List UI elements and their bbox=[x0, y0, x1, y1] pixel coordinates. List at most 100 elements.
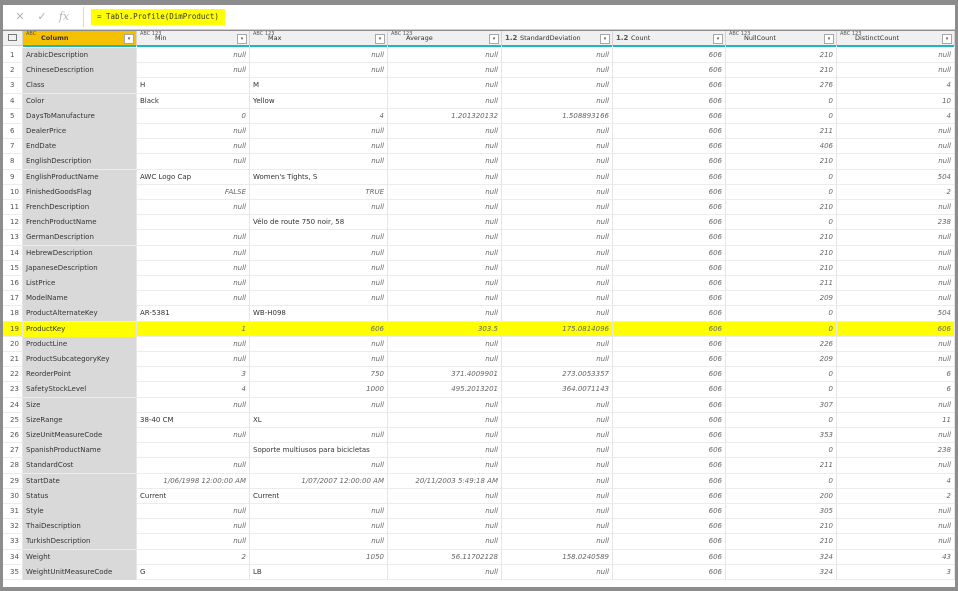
cell-dc[interactable]: 2 bbox=[837, 488, 955, 504]
table-row[interactable]: 18 ProductAlternateKey AR-5381 WB-H098 null n… bbox=[3, 306, 955, 322]
table-row[interactable]: 23 SafetyStockLevel 4 1000 495.2013201 364.00… bbox=[3, 382, 955, 398]
cell-col[interactable]: Status bbox=[23, 488, 137, 504]
cell-col[interactable]: Style bbox=[23, 504, 137, 519]
row-number[interactable]: 2 bbox=[3, 63, 23, 79]
cell-nc[interactable]: 0 bbox=[726, 321, 837, 337]
cell-max[interactable]: 4 bbox=[250, 108, 388, 124]
cell-nc[interactable]: 210 bbox=[726, 154, 837, 170]
cell-col[interactable]: JapaneseDescription bbox=[23, 260, 137, 276]
cell-avg[interactable]: null bbox=[388, 504, 502, 519]
row-number[interactable]: 35 bbox=[3, 564, 23, 580]
cell-nc[interactable]: 0 bbox=[726, 473, 837, 489]
cell-min[interactable]: null bbox=[137, 154, 250, 170]
cell-col[interactable]: SizeRange bbox=[23, 412, 137, 428]
cell-col[interactable]: DaysToManufacture bbox=[23, 108, 137, 124]
cell-dc[interactable]: 606 bbox=[837, 321, 955, 337]
cell-max[interactable]: 1000 bbox=[250, 382, 388, 398]
cell-col[interactable]: EndDate bbox=[23, 139, 137, 155]
cell-col[interactable]: SafetyStockLevel bbox=[23, 382, 137, 398]
cell-sd[interactable]: null bbox=[502, 458, 613, 474]
table-row[interactable]: 35 WeightUnitMeasureCode G LB null null 606 324… bbox=[3, 564, 955, 580]
cell-max[interactable]: LB bbox=[250, 564, 388, 580]
cell-max[interactable]: 1050 bbox=[250, 549, 388, 565]
cell-col[interactable]: SpanishProductName bbox=[23, 443, 137, 459]
cell-min[interactable]: null bbox=[137, 519, 250, 535]
cell-cnt[interactable]: 606 bbox=[613, 443, 726, 459]
cell-sd[interactable]: null bbox=[502, 260, 613, 276]
table-row[interactable]: 5 DaysToManufacture 0 4 1.201320132 1.5088931… bbox=[3, 108, 955, 124]
table-row[interactable]: 33 TurkishDescription null null null null 606 2… bbox=[3, 534, 955, 550]
cell-avg[interactable]: null bbox=[388, 169, 502, 185]
cell-avg[interactable]: null bbox=[388, 428, 502, 443]
cell-max[interactable]: Current bbox=[250, 488, 388, 504]
cell-max[interactable]: TRUE bbox=[250, 184, 388, 200]
cell-max[interactable]: WB-H098 bbox=[250, 306, 388, 322]
cell-col[interactable]: FrenchDescription bbox=[23, 200, 137, 215]
cell-nc[interactable]: 305 bbox=[726, 504, 837, 519]
cell-sd[interactable]: 1.508893166 bbox=[502, 108, 613, 124]
cell-dc[interactable]: 43 bbox=[837, 549, 955, 565]
cell-max[interactable]: M bbox=[250, 78, 388, 94]
cell-max[interactable]: Yellow bbox=[250, 93, 388, 109]
cell-cnt[interactable]: 606 bbox=[613, 564, 726, 580]
cell-dc[interactable]: null bbox=[837, 397, 955, 413]
cell-col[interactable]: ProductSubcategoryKey bbox=[23, 352, 137, 367]
cell-nc[interactable]: 406 bbox=[726, 139, 837, 155]
cell-cnt[interactable]: 606 bbox=[613, 260, 726, 276]
row-number[interactable]: 10 bbox=[3, 184, 23, 200]
cell-sd[interactable]: null bbox=[502, 78, 613, 94]
row-number[interactable]: 21 bbox=[3, 352, 23, 367]
cell-nc[interactable]: 0 bbox=[726, 412, 837, 428]
cell-cnt[interactable]: 606 bbox=[613, 428, 726, 443]
cell-dc[interactable]: null bbox=[837, 352, 955, 367]
column-header-column[interactable]: ABC Column ▾ bbox=[23, 31, 137, 47]
table-row[interactable]: 27 SpanishProductName Soporte multiusos pa… bbox=[3, 443, 955, 459]
cell-max[interactable]: 606 bbox=[250, 321, 388, 337]
cell-dc[interactable]: null bbox=[837, 260, 955, 276]
cell-min[interactable]: Current bbox=[137, 488, 250, 504]
cell-col[interactable]: StandardCost bbox=[23, 458, 137, 474]
cell-cnt[interactable]: 606 bbox=[613, 63, 726, 79]
column-header-sd[interactable]: 1.2 StandardDeviation ▾ bbox=[502, 31, 613, 47]
cell-min[interactable]: null bbox=[137, 291, 250, 307]
cell-sd[interactable]: null bbox=[502, 169, 613, 185]
cell-min[interactable]: null bbox=[137, 200, 250, 215]
cell-min[interactable]: null bbox=[137, 48, 250, 63]
cell-col[interactable]: SizeUnitMeasureCode bbox=[23, 428, 137, 443]
cell-sd[interactable]: null bbox=[502, 139, 613, 155]
cell-sd[interactable]: 158.0240589 bbox=[502, 549, 613, 565]
cell-cnt[interactable]: 606 bbox=[613, 215, 726, 231]
table-menu-button[interactable] bbox=[3, 31, 23, 45]
cell-nc[interactable]: 0 bbox=[726, 184, 837, 200]
table-row[interactable]: 6 DealerPrice null null null null 606 211 null bbox=[3, 124, 955, 140]
cell-max[interactable]: null bbox=[250, 397, 388, 413]
cell-col[interactable]: Color bbox=[23, 93, 137, 109]
filter-dropdown-icon[interactable]: ▾ bbox=[824, 34, 834, 44]
cell-min[interactable]: null bbox=[137, 458, 250, 474]
table-row[interactable]: 13 GermanDescription null null null null 606 21… bbox=[3, 230, 955, 246]
cell-cnt[interactable]: 606 bbox=[613, 276, 726, 291]
cell-cnt[interactable]: 606 bbox=[613, 473, 726, 489]
cell-nc[interactable]: 276 bbox=[726, 78, 837, 94]
cell-cnt[interactable]: 606 bbox=[613, 549, 726, 565]
cell-cnt[interactable]: 606 bbox=[613, 306, 726, 322]
cell-nc[interactable]: 0 bbox=[726, 367, 837, 383]
cell-min[interactable]: AR-5381 bbox=[137, 306, 250, 322]
row-number[interactable]: 31 bbox=[3, 504, 23, 519]
cell-col[interactable]: EnglishProductName bbox=[23, 169, 137, 185]
cell-cnt[interactable]: 606 bbox=[613, 336, 726, 352]
type-icon[interactable]: 1.2 bbox=[505, 31, 517, 45]
cell-cnt[interactable]: 606 bbox=[613, 534, 726, 550]
cell-sd[interactable]: null bbox=[502, 473, 613, 489]
column-header-dc[interactable]: ABC 123 DistinctCount ▾ bbox=[837, 31, 955, 47]
cell-sd[interactable]: null bbox=[502, 154, 613, 170]
cell-sd[interactable]: null bbox=[502, 519, 613, 535]
table-row[interactable]: 24 Size null null null null 606 307 null bbox=[3, 397, 955, 413]
table-row[interactable]: 15 JapaneseDescription null null null null 606… bbox=[3, 260, 955, 276]
cell-sd[interactable]: null bbox=[502, 215, 613, 231]
table-row[interactable]: 21 ProductSubcategoryKey null null null null 6… bbox=[3, 352, 955, 368]
table-row[interactable]: 25 SizeRange 38-40 CM XL null null 606 0 11 bbox=[3, 412, 955, 428]
cell-avg[interactable]: null bbox=[388, 276, 502, 291]
cell-nc[interactable]: 200 bbox=[726, 488, 837, 504]
cell-sd[interactable]: null bbox=[502, 397, 613, 413]
